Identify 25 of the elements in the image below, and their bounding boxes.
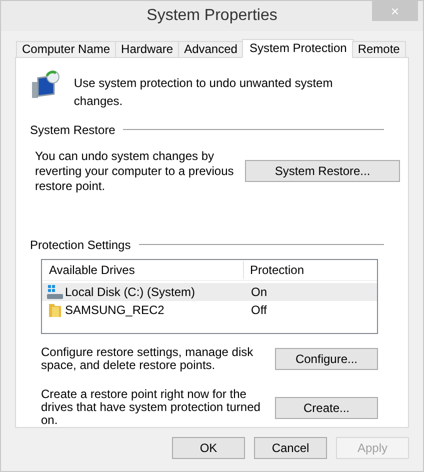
tab[interactable]: Computer Name: [16, 41, 116, 58]
section-heading: System Restore: [30, 122, 116, 139]
drive-name: SAMSUNG_REC2: [65, 302, 164, 319]
drive-row[interactable]: Local Disk (C:) (System) On: [42, 282, 377, 301]
description-text: You can undo system changes by reverting your computer to a previous restore point.: [35, 148, 235, 194]
dialog-button[interactable]: OK: [172, 437, 245, 459]
window-title: System Properties: [146, 6, 278, 26]
tab[interactable]: System Protection: [242, 39, 354, 58]
folder-icon: [47, 302, 63, 318]
computer-restore-icon: [30, 68, 62, 100]
section-heading: Protection Settings: [30, 236, 131, 254]
intro-text: Use system protection to undo unwanted system changes.: [74, 75, 334, 110]
action-description: Configure restore settings, manage disk space, and delete restore points.: [41, 346, 254, 372]
dialog-button[interactable]: Cancel: [254, 437, 327, 459]
column-header[interactable]: Protection: [244, 260, 377, 279]
drive-name: Local Disk (C:) (System): [65, 284, 196, 301]
tab[interactable]: Remote: [352, 41, 406, 58]
action-button[interactable]: Configure...: [275, 348, 378, 370]
action-description: Create a restore point right now for the drives that have system protection turned on.: [41, 388, 262, 427]
system-restore-button[interactable]: System Restore...: [245, 160, 400, 182]
column-header[interactable]: Available Drives: [42, 260, 244, 279]
drive-icon: [47, 284, 63, 300]
protection-status: On: [250, 284, 268, 301]
protection-status: Off: [250, 302, 267, 319]
action-button[interactable]: Create...: [275, 396, 378, 418]
